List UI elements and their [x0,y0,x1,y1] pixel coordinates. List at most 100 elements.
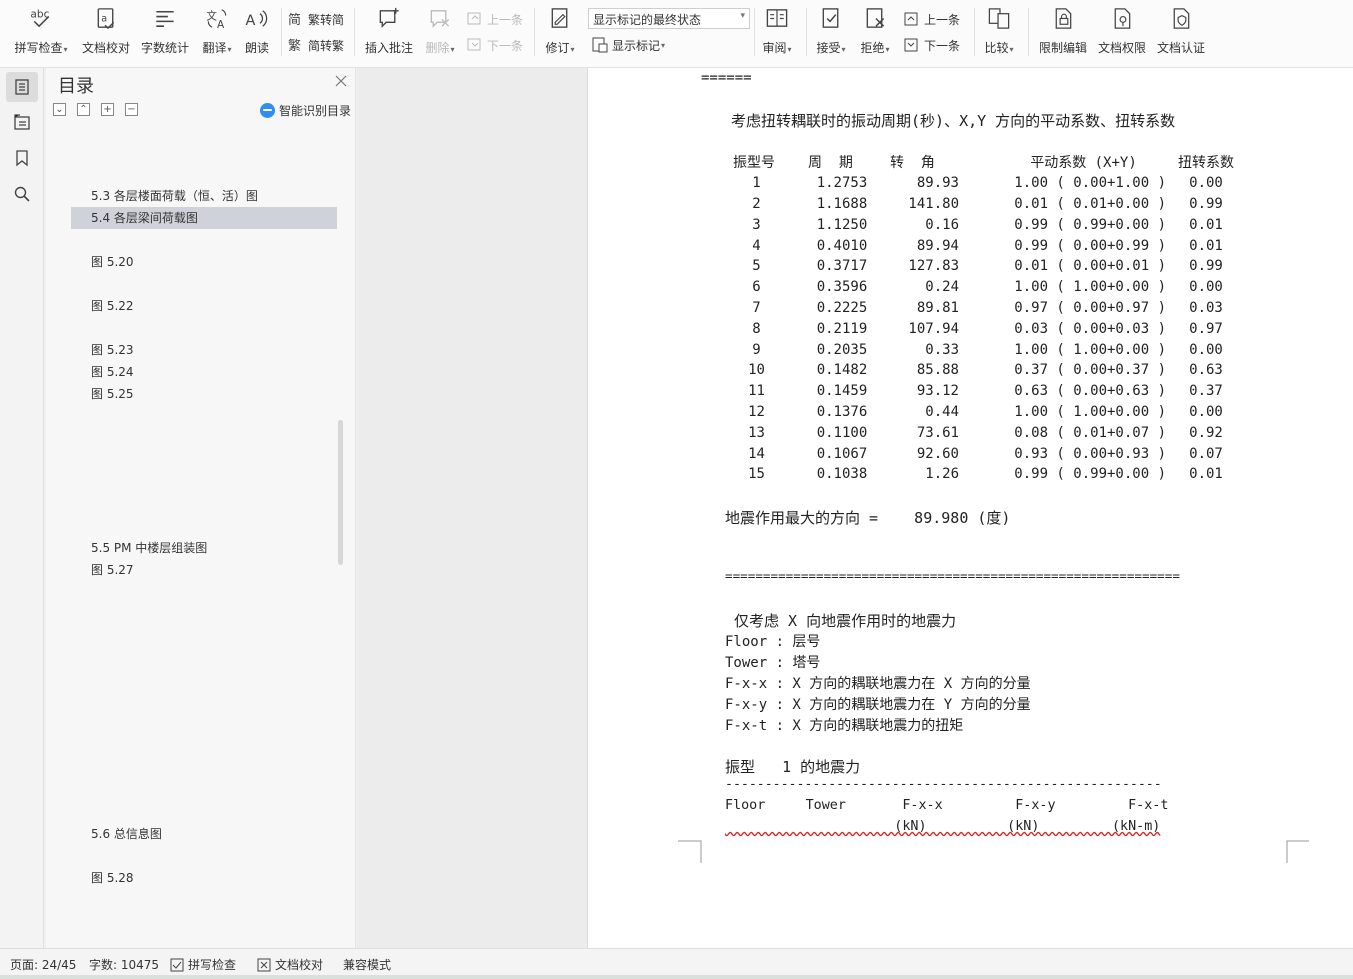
prev-change-icon [904,12,918,26]
cell-torsion: 0.00 [1189,341,1223,358]
next-change-icon [904,38,918,52]
bookmark-button[interactable] [6,143,38,173]
cell-period: 0.1038 [816,466,868,483]
def-line: Tower : 塔号 [725,655,821,671]
toc-item[interactable]: 图 5.22 [71,295,337,317]
search-button[interactable] [6,179,38,209]
cell-period: 0.1100 [816,424,868,441]
to-simplified-button[interactable]: 简繁转简 [288,9,344,29]
accept-button[interactable]: 接受▾ [812,4,850,56]
cell-torsion: 0.63 [1189,362,1223,379]
next-comment-button[interactable]: 下一条 [467,35,523,55]
doc-auth-button[interactable]: 文档认证 [1154,4,1208,56]
toc-scrollbar[interactable] [338,420,343,565]
cell-period: 0.1482 [816,362,868,379]
cell-period: 1.2753 [816,175,868,192]
toc-item[interactable]: 图 5.25 [71,383,337,405]
next-change-button[interactable]: 下一条 [904,35,960,55]
col-trans: 平动系数 (X+Y) [1030,155,1137,172]
cell-mode: 6 [752,279,761,296]
simplified-char-icon: 繁 [288,38,301,53]
prev-change-button[interactable]: 上一条 [904,9,960,29]
show-markup-button[interactable]: 显示标记 ▾ [592,35,665,55]
collapse-all-button[interactable]: ⌄ [53,103,66,116]
cell-period: 0.2119 [816,320,868,337]
cell-trans: 0.99 ( 0.99+0.00 ) [1014,466,1166,483]
lock-icon [1055,8,1072,29]
translate-button[interactable]: 文A 翻译▾ [197,4,237,56]
insert-comment-button[interactable]: 插入批注 [362,4,416,56]
toc-item[interactable]: 图 5.23 [71,339,337,361]
review-icon [766,9,788,27]
def-line: Floor : 层号 [725,634,821,650]
compare-icon [988,8,1010,29]
toc-item[interactable]: 5.5 PM 中楼层组装图 [71,537,337,559]
cell-angle: 85.88 [916,362,959,379]
doc-permission-button[interactable]: 文档权限 [1095,4,1149,56]
cell-angle: 141.80 [908,195,959,212]
cell-mode: 2 [752,195,761,212]
cell-period: 0.2035 [816,341,868,358]
read-aloud-icon: A [245,10,268,29]
toc-item[interactable]: 图 5.20 [71,251,337,273]
cell-torsion: 0.00 [1189,403,1223,420]
cell-period: 1.1250 [816,216,868,233]
cell-angle: 0.16 [925,216,959,233]
document-page[interactable]: ====== 考虑扭转耦联时的振动周期(秒)、X,Y 方向的平动系数、扭转系数 … [587,68,1353,948]
toc-item[interactable]: 图 5.27 [71,559,337,581]
review-button[interactable]: 审阅▾ [758,4,796,56]
cell-torsion: 0.03 [1189,299,1223,316]
revise-button[interactable]: 修订▾ [541,4,579,56]
cell-period: 0.2225 [816,299,868,316]
delete-comment-button[interactable]: 删除▾ [420,4,460,56]
close-box-icon [257,958,271,971]
status-spell-check[interactable]: 拼写检查 [170,956,236,973]
translate-icon: 文A [206,9,227,31]
cell-period: 0.4010 [816,237,868,254]
toc-item-selected[interactable]: 5.4 各层梁间荷载图 [71,207,337,229]
def-line: F-x-y : X 方向的耦联地震力在 Y 方向的分量 [725,697,1031,713]
spell-check-button[interactable]: abc 拼写检查▾ [12,4,70,56]
toc-item[interactable]: 5.3 各层楼面荷载（恒、活）图 [71,185,337,207]
remove-heading-button[interactable]: − [125,103,138,116]
cell-torsion: 0.37 [1189,383,1223,400]
chapter-nav-button[interactable] [6,107,38,137]
table-row: 4 0.4010 89.94 0.99 ( 0.00+0.99 ) 0.01 [733,235,1246,256]
max-direction: 地震作用最大的方向 = 89.980 (度) [725,509,1011,527]
dash-rule: ----------------------------------------… [725,777,1162,792]
reject-button[interactable]: 拒绝▾ [856,4,894,56]
restrict-edit-button[interactable]: 限制编辑 [1036,4,1090,56]
cell-torsion: 0.00 [1189,175,1223,192]
doc-proof-button[interactable]: a 文档校对 [80,4,132,56]
page-indicator[interactable]: 页面: 24/45 [10,956,76,973]
compat-mode: 兼容模式 [343,958,392,972]
table-row: 7 0.2225 89.81 0.97 ( 0.00+0.97 ) 0.03 [733,298,1246,319]
bookmark-icon [16,150,28,167]
add-heading-button[interactable]: + [101,103,114,116]
ribbon-toolbar: abc 拼写检查▾ a 文档校对 字数统计 文A 翻译▾ A 朗读 简繁转简 繁… [0,0,1353,68]
table-row: 6 0.3596 0.24 1.00 ( 1.00+0.00 ) 0.00 [733,277,1246,298]
compare-button[interactable]: 比较▾ [980,4,1018,56]
search-icon [14,186,30,202]
cell-trans: 1.00 ( 1.00+0.00 ) [1014,403,1166,420]
prev-comment-button[interactable]: 上一条 [467,9,523,29]
prev-comment-icon [467,12,481,25]
expand-up-button[interactable]: ⌃ [77,103,90,116]
cell-period: 0.3596 [816,279,868,296]
close-icon[interactable] [334,74,348,88]
document-outline-icon [15,79,29,95]
word-count-button[interactable]: 字数统计 [139,4,191,56]
read-aloud-button[interactable]: A 朗读 [241,4,273,56]
cell-period: 1.1688 [816,195,868,212]
toc-item[interactable]: 图 5.24 [71,361,337,383]
status-doc-proof[interactable]: 文档校对 [257,956,323,973]
markup-state-select[interactable]: 显示标记的最终状态 ▾ [588,8,750,29]
toc-item[interactable]: 5.6 总信息图 [71,823,337,845]
ai-toc-button[interactable]: 智能识别目录 [260,102,351,119]
to-traditional-button[interactable]: 繁简转繁 [288,35,344,55]
svg-text:文: 文 [206,9,217,22]
toc-item[interactable]: 图 5.28 [71,867,337,889]
word-count-indicator[interactable]: 字数: 10475 [89,956,159,973]
toc-panel-button[interactable] [6,72,38,102]
table-header-row: 振型号 周 期 转 角 平动系数 (X+Y) 扭转系数 [733,152,1246,173]
